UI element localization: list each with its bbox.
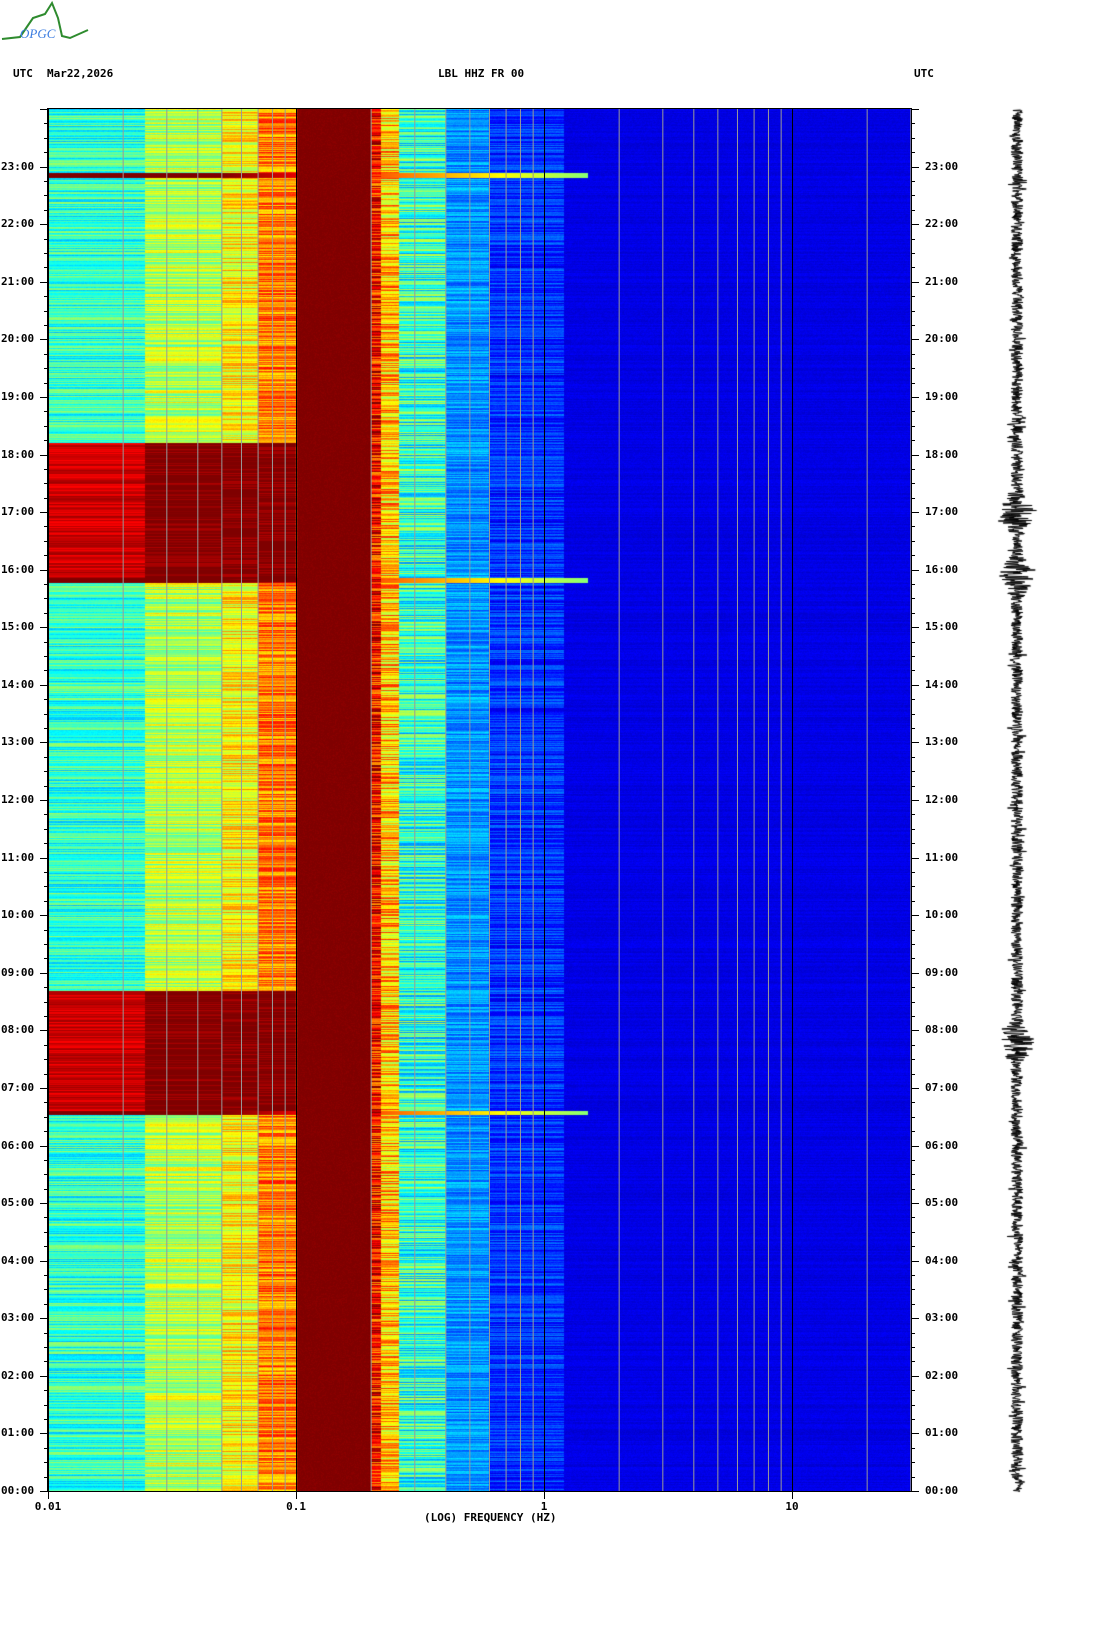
y-tick-label-left: 10:00 xyxy=(1,908,35,922)
y-tick-label-left: 03:00 xyxy=(1,1311,35,1325)
y-tick-label-right: 10:00 xyxy=(925,908,959,922)
x-tick-label: 0.01 xyxy=(34,1500,62,1513)
y-tick-label-right: 22:00 xyxy=(925,217,959,231)
y-tick-label-right: 01:00 xyxy=(925,1426,959,1440)
y-tick-label-left: 19:00 xyxy=(1,389,35,403)
x-tick-label: 0.1 xyxy=(286,1500,306,1513)
y-tick-label-left: 05:00 xyxy=(1,1196,35,1210)
y-tick-label-right: 20:00 xyxy=(925,332,959,346)
y-tick-label-left: 20:00 xyxy=(1,332,35,346)
y-tick-label-right: 13:00 xyxy=(925,735,959,749)
y-tick-label-right: 03:00 xyxy=(925,1311,959,1325)
y-tick-label-left: 17:00 xyxy=(1,505,35,519)
y-tick-label-left: 09:00 xyxy=(1,965,35,979)
y-tick-label-right: 11:00 xyxy=(925,850,959,864)
y-tick-label-left: 18:00 xyxy=(1,447,35,461)
y-tick-label-right: 05:00 xyxy=(925,1196,959,1210)
y-tick-label-right: 06:00 xyxy=(925,1138,959,1152)
y-tick-label-left: 01:00 xyxy=(1,1426,35,1440)
y-tick-label-right: 12:00 xyxy=(925,793,959,806)
y-tick-label-left: 06:00 xyxy=(1,1138,35,1152)
y-tick-label-left: 02:00 xyxy=(1,1368,35,1382)
y-tick-label-right: 04:00 xyxy=(925,1253,959,1267)
y-tick-label-left: 23:00 xyxy=(1,159,35,173)
y-tick-label-left: 04:00 xyxy=(1,1253,35,1267)
spectrogram-axes xyxy=(40,108,919,1499)
x-axis-label: (LOG) FREQUENCY (HZ) xyxy=(424,1511,557,1524)
y-tick-label-right: 15:00 xyxy=(925,620,959,634)
y-tick-label-left: 16:00 xyxy=(1,562,35,576)
y-tick-label-right: 07:00 xyxy=(925,1080,959,1094)
y-tick-label-left: 15:00 xyxy=(1,620,35,634)
y-tick-label-right: 19:00 xyxy=(925,389,959,403)
y-tick-label-right: 21:00 xyxy=(925,274,959,288)
y-tick-label-left: 11:00 xyxy=(1,850,35,864)
seismogram-trace xyxy=(990,100,1045,1500)
y-tick-label-right: 00:00 xyxy=(925,1484,959,1497)
y-tick-label-left: 21:00 xyxy=(1,274,35,288)
y-tick-label-left: 13:00 xyxy=(1,735,35,749)
x-tick-label: 10 xyxy=(785,1500,799,1513)
y-tick-label-left: 14:00 xyxy=(1,677,35,691)
x-tick-label: 1 xyxy=(540,1500,548,1513)
y-tick-label-left: 08:00 xyxy=(1,1023,35,1037)
y-tick-label-right: 02:00 xyxy=(925,1368,959,1382)
y-tick-label-right: 23:00 xyxy=(925,159,959,173)
y-tick-label-right: 18:00 xyxy=(925,447,959,461)
y-tick-label-left: 07:00 xyxy=(1,1080,35,1094)
plot-frame xyxy=(47,108,912,1492)
y-tick-label-left: 22:00 xyxy=(1,217,35,231)
y-tick-label-right: 14:00 xyxy=(925,677,959,691)
y-tick-label-left: 12:00 xyxy=(1,793,35,806)
y-tick-label-right: 16:00 xyxy=(925,562,959,576)
y-tick-label-right: 08:00 xyxy=(925,1023,959,1037)
y-tick-label-left: 00:00 xyxy=(1,1484,35,1497)
y-tick-label-right: 09:00 xyxy=(925,965,959,979)
y-tick-label-right: 17:00 xyxy=(925,505,959,519)
